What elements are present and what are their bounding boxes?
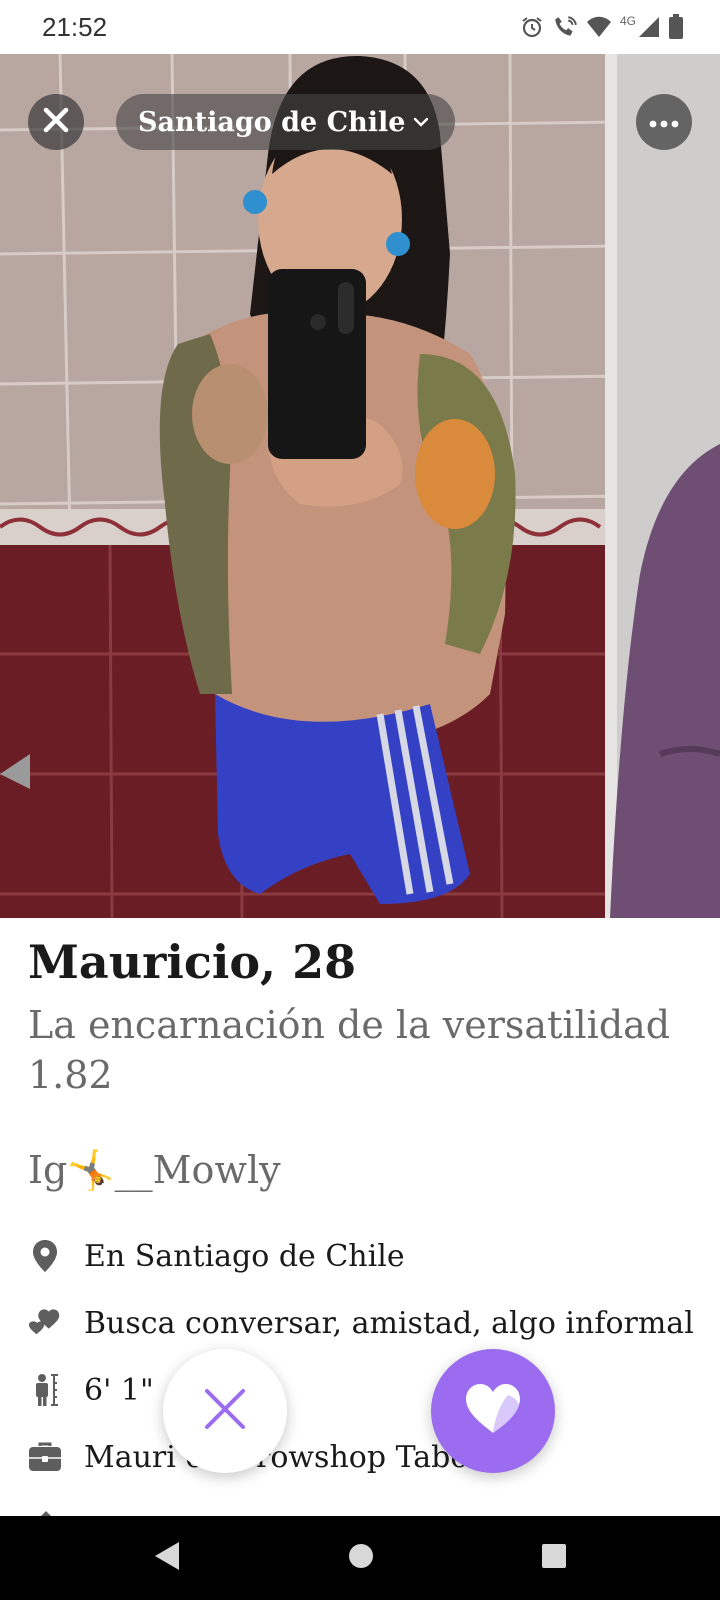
location-selector[interactable]: Santiago de Chile — [116, 94, 456, 150]
more-horizontal-icon — [649, 113, 679, 132]
network-label: 4G — [619, 14, 636, 28]
system-nav-bar — [0, 1516, 720, 1600]
detail-height: 6' 1" — [28, 1365, 154, 1415]
signal-icon — [638, 15, 660, 39]
detail-text: Mauri en Growshop Taboo — [84, 1439, 487, 1475]
detail-text: 6' 1" — [84, 1372, 154, 1408]
dislike-button[interactable] — [163, 1349, 287, 1473]
home-icon — [347, 1542, 375, 1574]
back-icon — [153, 1541, 181, 1575]
status-icons: 4G — [520, 12, 684, 42]
height-icon — [28, 1373, 62, 1407]
wifi-calling-icon — [552, 14, 578, 40]
briefcase-icon — [28, 1440, 62, 1474]
profile-photo-image — [0, 54, 720, 918]
status-time: 21:52 — [42, 12, 108, 42]
detail-location: En Santiago de Chile — [28, 1231, 405, 1281]
detail-text: Busca conversar, amistad, algo informal — [84, 1305, 694, 1341]
status-bar: 21:52 4G — [0, 0, 720, 54]
close-button[interactable] — [28, 94, 84, 150]
profile-name-age: Mauricio, 28 — [28, 935, 357, 989]
location-label: Santiago de Chile — [138, 106, 406, 138]
recents-icon — [541, 1543, 567, 1573]
home-button[interactable] — [341, 1538, 381, 1578]
wifi-icon — [586, 15, 612, 39]
back-button[interactable] — [147, 1538, 187, 1578]
more-options-button[interactable] — [636, 94, 692, 150]
detail-looking-for: Busca conversar, amistad, algo informal — [28, 1298, 694, 1348]
bio-line: 1.82 — [28, 1053, 113, 1097]
heart-icon — [464, 1383, 522, 1439]
x-icon — [203, 1387, 247, 1435]
location-pin-icon — [28, 1239, 62, 1273]
close-icon — [43, 107, 69, 137]
bio-line: La encarnación de la versatilidad — [28, 1003, 671, 1047]
chevron-down-icon — [413, 113, 429, 132]
recents-button[interactable] — [534, 1538, 574, 1578]
alarm-icon — [520, 15, 544, 39]
hearts-icon — [28, 1306, 62, 1340]
profile-photo[interactable] — [0, 54, 720, 918]
like-button[interactable] — [431, 1349, 555, 1473]
battery-icon — [668, 14, 684, 40]
instagram-handle: Ig🤸__Mowly — [28, 1148, 281, 1192]
profile-bio: La encarnación de la versatilidad 1.82 — [28, 1000, 708, 1100]
detail-text: En Santiago de Chile — [84, 1238, 405, 1274]
